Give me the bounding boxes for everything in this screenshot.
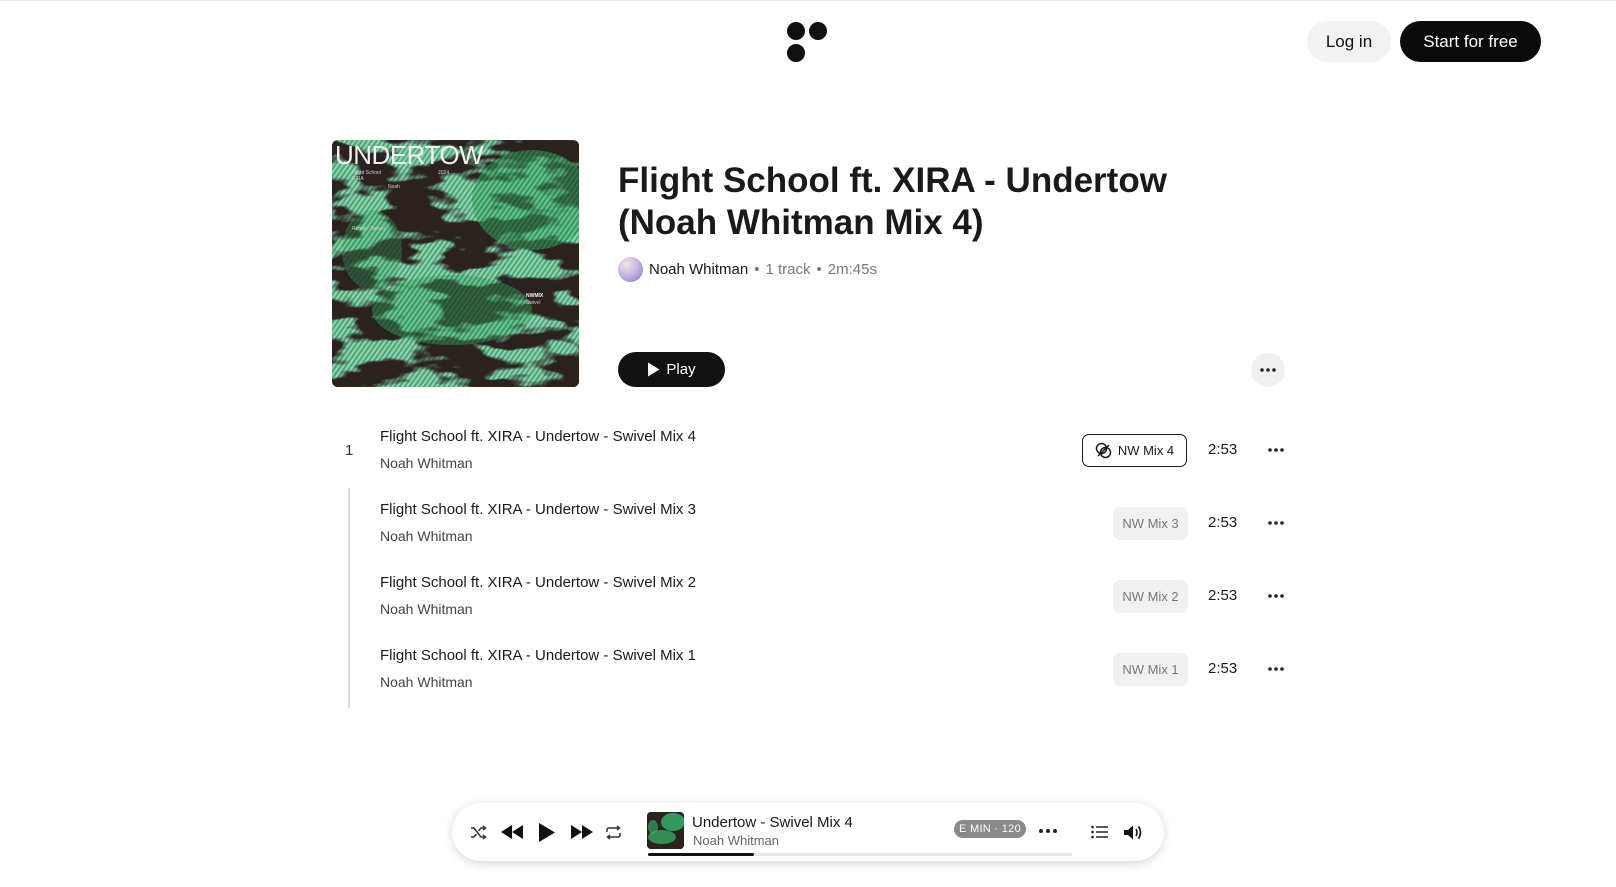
fast-forward-button[interactable] [570,821,594,843]
page-title: Flight School ft. XIRA - Undertow (Noah … [618,161,1167,242]
track-title[interactable]: Flight School ft. XIRA - Undertow - Swiv… [380,574,696,591]
player-play-button[interactable] [536,819,558,845]
play-icon [539,822,555,842]
cover-text: Remix / Swivel [352,226,385,232]
version-badge[interactable]: NW Mix 1 [1113,653,1188,686]
avatar[interactable] [618,256,643,282]
separator: • [816,260,822,278]
cover-art-graphic [332,140,579,387]
more-icon [1260,368,1276,372]
now-playing-title[interactable]: Undertow - Swivel Mix 4 [692,814,853,831]
logo[interactable] [787,22,829,62]
queue-icon [1090,825,1108,839]
track-row[interactable]: Flight School ft. XIRA - Undertow - Swiv… [332,493,1292,553]
shuffle-button[interactable] [468,822,488,842]
track-row[interactable]: Flight School ft. XIRA - Undertow - Swiv… [332,639,1292,699]
playback-progress-fill [648,853,754,856]
play-icon [648,362,660,377]
version-badge[interactable]: NW Mix 3 [1113,507,1188,540]
track-title[interactable]: Flight School ft. XIRA - Undertow - Swiv… [380,501,696,518]
track-title[interactable]: Flight School ft. XIRA - Undertow - Swiv… [380,428,696,445]
version-badge[interactable]: NW Mix 4 [1082,434,1187,467]
cover-text: XIRA [352,176,364,182]
track-row[interactable]: Flight School ft. XIRA - Undertow - Swiv… [332,420,1292,480]
more-icon [1268,521,1284,525]
track-artist[interactable]: Noah Whitman [380,528,473,544]
play-button[interactable]: Play [618,352,725,387]
login-button[interactable]: Log in [1307,21,1391,62]
track-artist[interactable]: Noah Whitman [380,455,473,471]
total-duration: 2m:45s [827,260,877,278]
repeat-button[interactable] [603,822,623,842]
separator: • [754,260,760,278]
queue-button[interactable] [1089,822,1109,842]
volume-button[interactable] [1122,821,1144,843]
playback-progress[interactable] [648,853,1072,856]
artwork-thumbnail [647,812,684,849]
now-playing-artwork[interactable] [647,812,684,849]
cover-text: Swivel [526,300,541,306]
track-more-button[interactable] [1264,438,1288,462]
top-divider [0,0,1616,1]
rewind-icon [501,825,523,839]
player-bar: Undertow - Swivel Mix 4 Noah Whitman E M… [452,803,1164,861]
versions-icon [1095,442,1112,459]
artist-link[interactable]: Noah Whitman [649,261,748,278]
more-icon [1039,829,1057,833]
track-more-button[interactable] [1264,584,1288,608]
play-label: Play [666,361,696,378]
more-icon [1268,448,1284,452]
start-for-free-button[interactable]: Start for free [1400,21,1541,62]
cover-text: NWMIX [526,293,544,299]
track-count: 1 track [765,260,811,278]
version-badge-label: NW Mix 4 [1117,443,1175,458]
shuffle-icon [470,824,487,840]
track-artist[interactable]: Noah Whitman [380,601,473,617]
player-more-button[interactable] [1037,822,1059,840]
cover-title: UNDERTOW [335,140,484,170]
track-duration: 2:53 [1208,514,1238,531]
track-duration: 2:53 [1208,441,1238,458]
logo-dot [787,44,805,62]
version-badge[interactable]: NW Mix 2 [1113,580,1188,613]
fast-forward-icon [571,825,593,839]
track-more-button[interactable] [1264,511,1288,535]
track-duration: 2:53 [1208,660,1238,677]
more-options-button[interactable] [1251,353,1285,387]
track-title[interactable]: Flight School ft. XIRA - Undertow - Swiv… [380,647,696,664]
track-more-button[interactable] [1264,657,1288,681]
volume-icon [1124,825,1142,839]
repeat-icon [605,824,621,840]
more-icon [1268,594,1284,598]
rewind-button[interactable] [500,821,524,843]
cover-text: Noah [388,184,400,190]
playlist-meta: Noah Whitman • 1 track • 2m:45s [618,256,877,282]
track-duration: 2:53 [1208,587,1238,604]
track-row[interactable]: Flight School ft. XIRA - Undertow - Swiv… [332,566,1292,626]
cover-text: 2024 [438,170,450,176]
track-artist[interactable]: Noah Whitman [380,674,473,690]
more-icon [1268,667,1284,671]
key-bpm-badge: E MIN · 120 [954,820,1026,838]
logo-dot [787,22,805,40]
now-playing-artist[interactable]: Noah Whitman [693,833,779,848]
logo-dot [809,22,827,40]
album-cover: UNDERTOW Flight School XIRA Noah 2024 Re… [332,140,579,387]
